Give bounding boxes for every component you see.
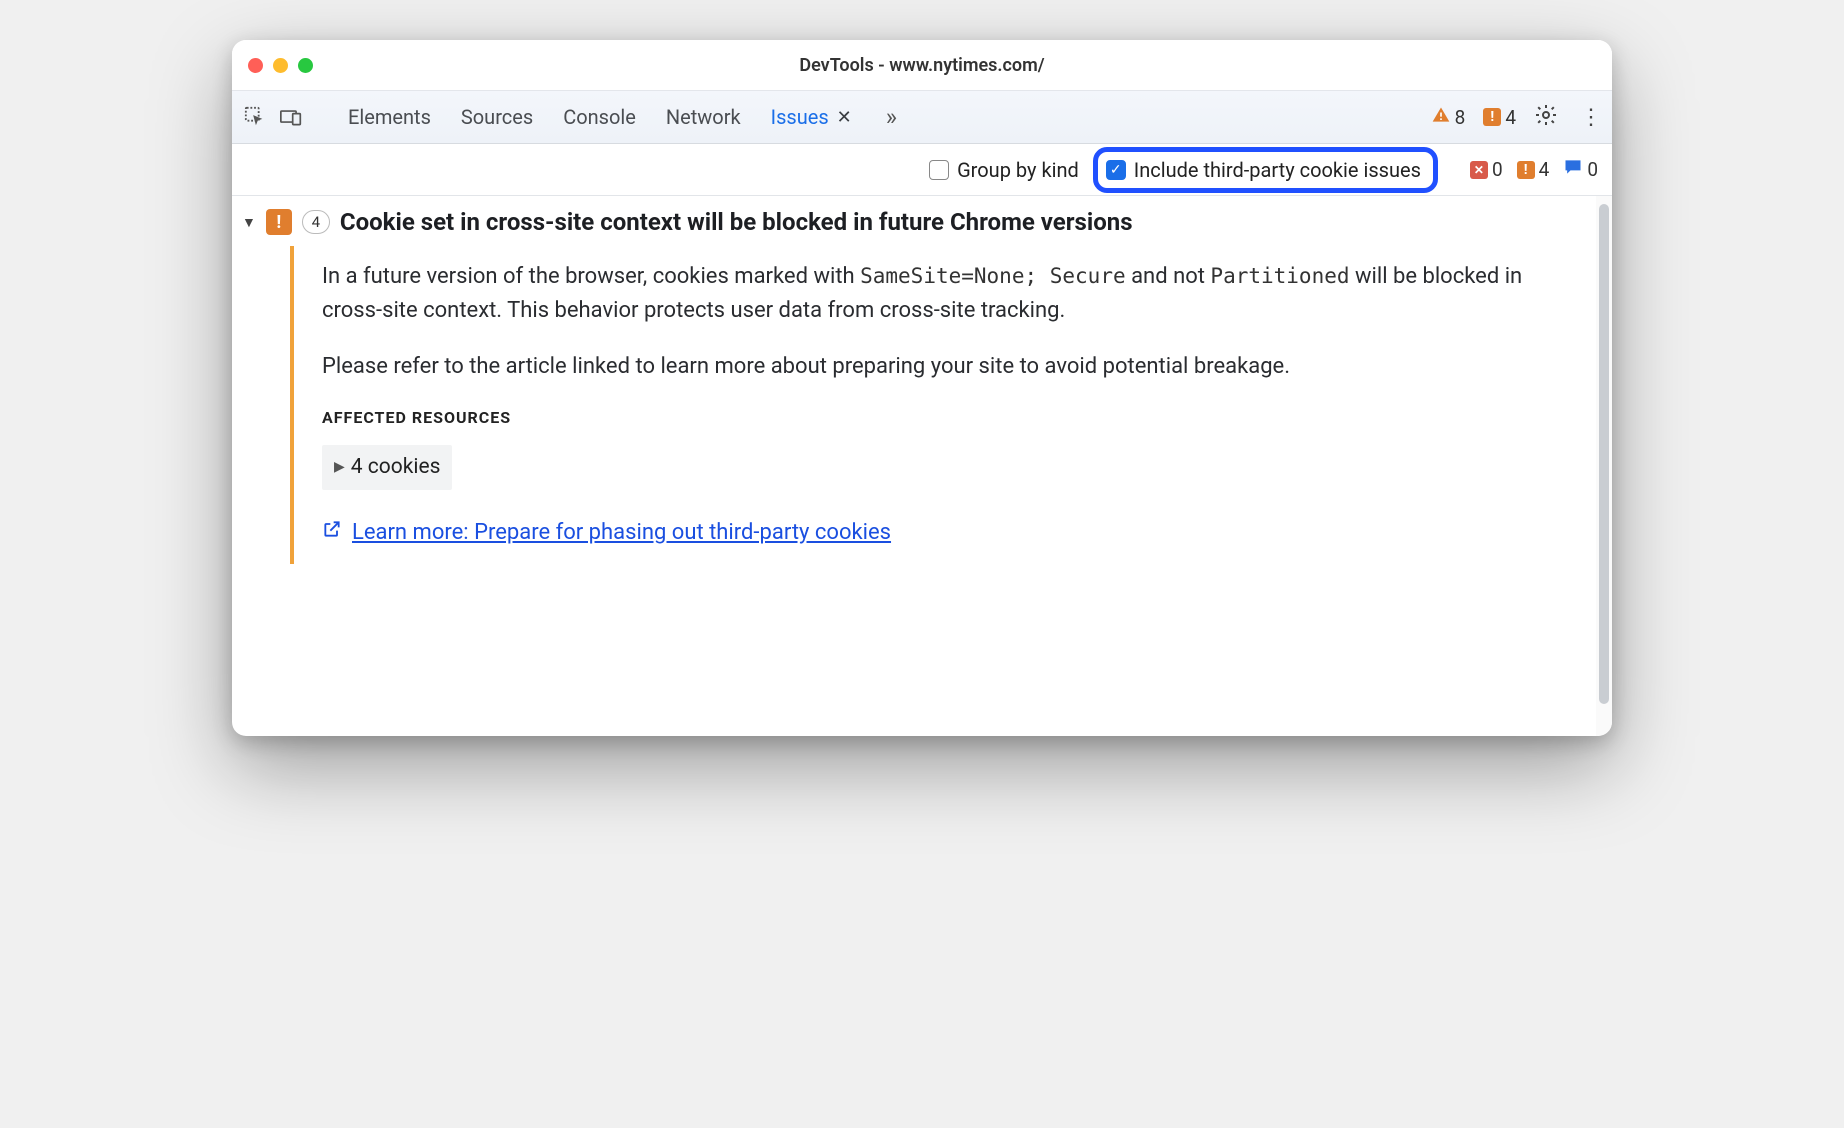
include-third-party-label: Include third-party cookie issues — [1134, 158, 1421, 182]
warnings-square-count: 4 — [1505, 106, 1516, 129]
issue-kind-counts: ✕ 0 ! 4 0 — [1470, 157, 1598, 182]
errors-count-badge[interactable]: ✕ 0 — [1470, 158, 1503, 181]
tabstrip-left: Elements Sources Console Network Issues … — [244, 103, 897, 131]
window-title: DevTools - www.nytimes.com/ — [232, 55, 1612, 76]
issue-header[interactable]: ▼ ! 4 Cookie set in cross-site context w… — [242, 208, 1584, 236]
include-third-party-checkbox[interactable]: ✓ Include third-party cookie issues — [1106, 158, 1421, 182]
checkbox-unchecked-icon — [929, 160, 949, 180]
panel-tabs: Elements Sources Console Network Issues … — [348, 103, 897, 131]
settings-button[interactable] — [1534, 103, 1558, 131]
tab-elements[interactable]: Elements — [348, 105, 431, 129]
window-controls — [248, 58, 313, 73]
maximize-window-button[interactable] — [298, 58, 313, 73]
severity-warning-icon: ! — [266, 209, 292, 235]
info-count: 0 — [1587, 158, 1598, 181]
checkbox-checked-icon: ✓ — [1106, 160, 1126, 180]
scrollbar-thumb[interactable] — [1599, 204, 1609, 704]
include-third-party-highlight: ✓ Include third-party cookie issues — [1093, 147, 1438, 193]
issue-item: ▼ ! 4 Cookie set in cross-site context w… — [232, 196, 1612, 736]
issue-paragraph-2: Please refer to the article linked to le… — [322, 350, 1554, 384]
tabstrip-right: 8 ! 4 ⋮ — [1431, 103, 1602, 131]
issue-text: In a future version of the browser, cook… — [322, 264, 860, 289]
tab-issues[interactable]: Issues ✕ — [771, 105, 852, 129]
tab-network-label: Network — [666, 105, 741, 129]
tab-elements-label: Elements — [348, 105, 431, 129]
disclosure-triangle-icon: ▶ — [334, 457, 345, 479]
info-chat-icon — [1563, 157, 1583, 182]
warnings-count-badge[interactable]: ! 4 — [1517, 158, 1550, 181]
titlebar: DevTools - www.nytimes.com/ — [232, 40, 1612, 90]
tab-console[interactable]: Console — [563, 105, 636, 129]
warning-square-icon: ! — [1517, 161, 1535, 179]
affected-resources-label: 4 cookies — [351, 451, 441, 484]
group-by-kind-label: Group by kind — [957, 158, 1079, 182]
affected-resources-heading: AFFECTED RESOURCES — [322, 406, 1554, 431]
warnings-triangle-badge[interactable]: 8 — [1431, 105, 1466, 130]
code-partitioned: Partitioned — [1210, 264, 1349, 288]
device-toolbar-icon[interactable] — [280, 106, 302, 128]
filter-bar: Group by kind ✓ Include third-party cook… — [232, 144, 1612, 196]
error-square-icon: ✕ — [1470, 161, 1488, 179]
more-options-button[interactable]: ⋮ — [1580, 105, 1602, 130]
warning-triangle-icon — [1431, 105, 1451, 130]
more-tabs-icon[interactable]: » — [886, 103, 897, 131]
issue-paragraph-1: In a future version of the browser, cook… — [322, 260, 1554, 328]
external-link-icon — [322, 516, 342, 550]
devtools-window: DevTools - www.nytimes.com/ Elements Sou… — [232, 40, 1612, 736]
warnings-square-badge[interactable]: ! 4 — [1483, 106, 1516, 129]
issue-count-pill: 4 — [302, 210, 330, 234]
warning-square-icon: ! — [1483, 108, 1501, 126]
tab-console-label: Console — [563, 105, 636, 129]
warnings-count: 4 — [1539, 158, 1550, 181]
issue-text: and not — [1126, 264, 1211, 289]
learn-more-link[interactable]: Learn more: Prepare for phasing out thir… — [352, 516, 891, 550]
close-icon[interactable]: ✕ — [837, 107, 852, 128]
warnings-triangle-count: 8 — [1455, 106, 1466, 129]
code-samesite: SameSite=None; Secure — [860, 264, 1126, 288]
learn-more-row: Learn more: Prepare for phasing out thir… — [322, 516, 1554, 550]
errors-count: 0 — [1492, 158, 1503, 181]
issue-body: In a future version of the browser, cook… — [290, 246, 1584, 564]
info-count-badge[interactable]: 0 — [1563, 157, 1598, 182]
affected-resources-item[interactable]: ▶ 4 cookies — [322, 445, 452, 490]
tab-network[interactable]: Network — [666, 105, 741, 129]
scrollbar[interactable] — [1596, 196, 1612, 736]
disclosure-triangle-icon[interactable]: ▼ — [242, 214, 256, 231]
tab-sources[interactable]: Sources — [461, 105, 533, 129]
tab-sources-label: Sources — [461, 105, 533, 129]
minimize-window-button[interactable] — [273, 58, 288, 73]
issues-content: ▼ ! 4 Cookie set in cross-site context w… — [232, 196, 1612, 736]
close-window-button[interactable] — [248, 58, 263, 73]
group-by-kind-checkbox[interactable]: Group by kind — [929, 158, 1079, 182]
tab-issues-label: Issues — [771, 105, 829, 129]
tabstrip: Elements Sources Console Network Issues … — [232, 90, 1612, 144]
inspect-element-icon[interactable] — [244, 106, 266, 128]
issue-title: Cookie set in cross-site context will be… — [340, 208, 1133, 236]
